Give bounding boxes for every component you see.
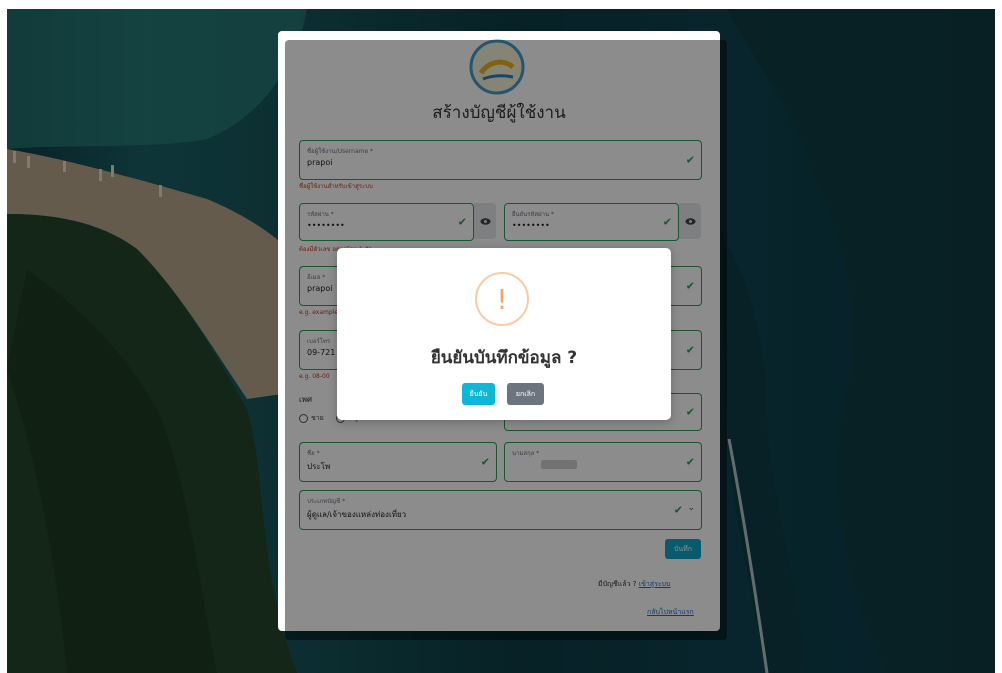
- warning-icon: !: [475, 272, 529, 326]
- confirm-dialog: ! ยืนยันบันทึกข้อมูล ? ยืนยัน ยกเลิก: [337, 248, 671, 420]
- dialog-title: ยืนยันบันทึกข้อมูล ?: [430, 348, 578, 368]
- confirm-button[interactable]: ยืนยัน: [462, 383, 495, 405]
- cancel-button[interactable]: ยกเลิก: [507, 383, 544, 405]
- top-strip: [0, 0, 1002, 9]
